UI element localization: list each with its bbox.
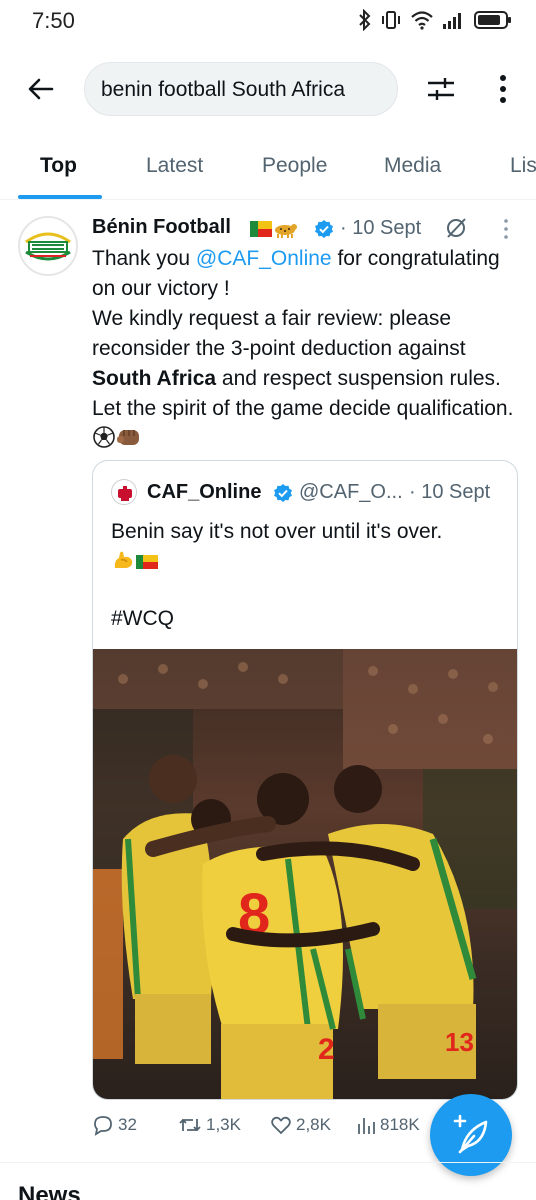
- soccer-ball-icon: [93, 426, 115, 448]
- caf-logo: [113, 481, 136, 504]
- battery-icon: [474, 11, 511, 29]
- compose-feather-icon: [453, 1114, 488, 1154]
- status-time: 7:50: [32, 8, 75, 33]
- views-count: 818K: [380, 1115, 420, 1134]
- repost-icon: [179, 1118, 201, 1132]
- tab-people[interactable]: People: [262, 154, 327, 178]
- status-bar: 7:50: [0, 0, 536, 40]
- tab-latest[interactable]: Latest: [146, 154, 203, 178]
- more-vertical-icon: [500, 75, 506, 103]
- filter-button[interactable]: [424, 72, 458, 106]
- arrow-left-icon: [28, 78, 54, 100]
- section-divider: [0, 1162, 536, 1163]
- tweet-body: Thank you @CAF_Online for congratulating…: [92, 244, 526, 454]
- bluetooth-icon: [359, 9, 371, 31]
- like-count: 2,8K: [296, 1115, 331, 1134]
- sliders-icon: [428, 78, 454, 100]
- like-button[interactable]: 2,8K: [270, 1114, 331, 1136]
- back-button[interactable]: [24, 72, 58, 106]
- tab-lists[interactable]: Lis: [510, 154, 536, 178]
- quoted-handle: @CAF_O...: [299, 481, 403, 503]
- benin-football-logo: [23, 221, 73, 271]
- tweet-date[interactable]: · 10 Sept: [340, 217, 421, 240]
- svg-text:2: 2: [318, 1033, 335, 1066]
- repost-button[interactable]: 1,3K: [178, 1114, 241, 1136]
- status-icons: [358, 9, 511, 31]
- tab-top[interactable]: Top: [40, 154, 77, 178]
- grok-icon[interactable]: [444, 216, 468, 240]
- views-chart-icon: [358, 1118, 375, 1134]
- repost-count: 1,3K: [206, 1115, 241, 1134]
- reply-count: 32: [118, 1115, 137, 1134]
- avatar[interactable]: [18, 216, 78, 276]
- mention-link[interactable]: @CAF_Online: [196, 247, 332, 270]
- verified-badge-icon: [274, 484, 292, 502]
- quoted-text: Benin say it's not over until it's over.: [111, 517, 507, 577]
- search-tabs: Top Latest People Media Lis: [0, 140, 536, 200]
- heart-icon: [271, 1116, 291, 1135]
- search-input[interactable]: benin football South Africa: [84, 62, 398, 116]
- quoted-hashtag: #WCQ: [111, 607, 174, 630]
- fist-bump-icon: [117, 430, 139, 445]
- tab-media[interactable]: Media: [384, 154, 441, 178]
- flexed-biceps-icon: [114, 551, 133, 568]
- benin-flag-leopard-icon: [250, 221, 297, 238]
- more-vertical-icon[interactable]: [500, 218, 512, 240]
- quoted-date: · 10 Sept: [409, 481, 491, 503]
- verified-badge-icon: [315, 220, 333, 238]
- search-query: benin football South Africa: [101, 78, 346, 101]
- quoted-text-line: Benin say it's not over until it's over.: [111, 520, 443, 543]
- views-button[interactable]: 818K: [356, 1114, 420, 1136]
- tweet-text-part: Thank you: [92, 247, 196, 270]
- vibrate-icon: [382, 11, 400, 29]
- search-header: benin football South Africa: [0, 56, 536, 122]
- team-celebration-photo[interactable]: 8 13 2: [93, 649, 518, 1100]
- active-tab-indicator: [18, 195, 102, 199]
- benin-flag-icon: [136, 555, 158, 569]
- wifi-icon: [411, 11, 433, 30]
- tweet-bold-text: South Africa: [92, 367, 217, 390]
- svg-text:13: 13: [445, 1027, 474, 1057]
- quoted-avatar[interactable]: [111, 479, 137, 505]
- quoted-author-name[interactable]: CAF_Online: [147, 481, 261, 504]
- tweet-text-part: We kindly request a fair review: please …: [92, 307, 466, 360]
- news-section-heading: News: [18, 1182, 81, 1200]
- more-options-button[interactable]: [488, 72, 518, 106]
- reply-button[interactable]: 32: [92, 1114, 137, 1136]
- reply-icon: [94, 1116, 112, 1136]
- signal-icon: [443, 13, 461, 29]
- tweet-header: Bénin Football · 10 Sept: [92, 216, 522, 244]
- quoted-tweet[interactable]: CAF_Online @CAF_O... · 10 Sept Benin say…: [92, 460, 518, 1100]
- compose-button[interactable]: [430, 1094, 512, 1176]
- tweet-author-name[interactable]: Bénin Football: [92, 216, 231, 239]
